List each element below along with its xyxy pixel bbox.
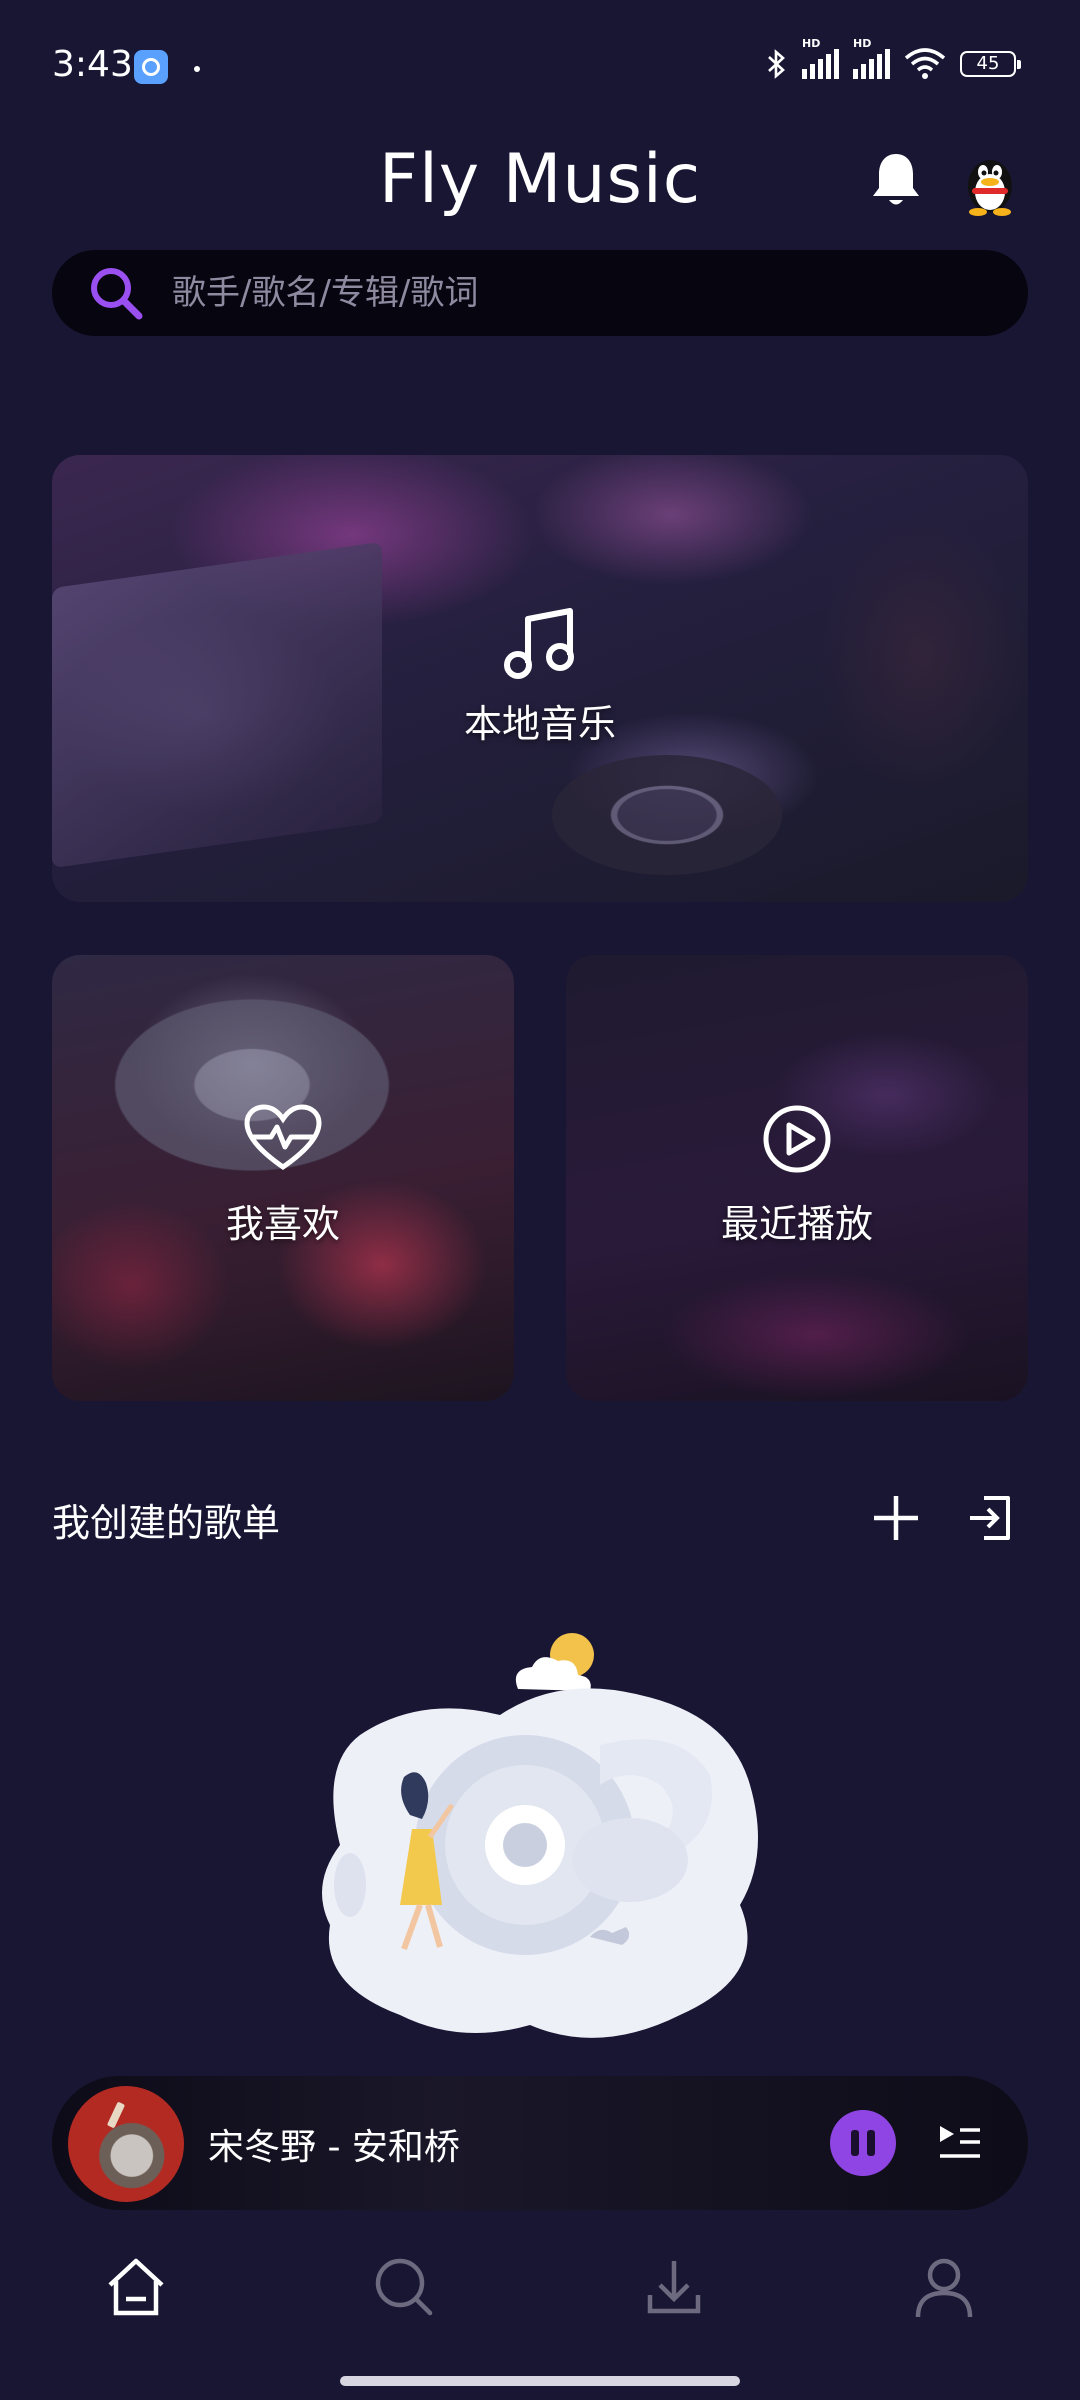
recent-played-label: 最近播放 [720, 1202, 873, 1246]
bluetooth-icon [768, 49, 785, 79]
search-bar[interactable] [52, 250, 1028, 336]
status-time: 3:43 [52, 44, 133, 85]
play-circle-icon [763, 1105, 831, 1173]
my-playlists-title: 我创建的歌单 [52, 1501, 281, 1545]
local-music-label: 本地音乐 [463, 702, 616, 746]
home-indicator[interactable] [340, 2376, 740, 2386]
notification-dot-icon [194, 66, 200, 72]
pause-icon [851, 2130, 859, 2156]
battery-indicator: 45 [960, 51, 1021, 77]
bell-icon[interactable] [870, 150, 922, 210]
album-cover[interactable] [68, 2086, 184, 2202]
plus-icon[interactable] [872, 1494, 920, 1542]
empty-playlist-illustration [322, 1633, 758, 2038]
search-input[interactable] [170, 272, 934, 314]
local-music-card[interactable]: 本地音乐 [52, 455, 1028, 902]
import-icon[interactable] [966, 1494, 1014, 1542]
search-icon [91, 268, 143, 320]
mini-player[interactable]: 宋冬野 - 安和桥 [52, 2076, 1028, 2210]
wifi-icon [904, 48, 946, 79]
turntable-decor [552, 755, 782, 875]
favorites-card[interactable]: 我喜欢 [52, 955, 514, 1401]
music-note-icon [504, 608, 574, 679]
download-icon[interactable] [642, 2255, 706, 2319]
home-icon[interactable] [104, 2255, 168, 2319]
favorites-label: 我喜欢 [225, 1202, 340, 1246]
qq-avatar-icon[interactable] [960, 150, 1020, 216]
heart-pulse-icon [244, 1104, 322, 1171]
now-playing-title[interactable]: 宋冬野 - 安和桥 [208, 2118, 460, 2170]
recent-played-card[interactable]: 最近播放 [566, 955, 1028, 1401]
pause-button[interactable] [830, 2110, 896, 2176]
discover-icon[interactable] [372, 2255, 436, 2319]
app-notification-icon [134, 50, 168, 84]
cell-signal-1-icon: HD [802, 37, 839, 79]
profile-icon[interactable] [912, 2255, 976, 2319]
pause-icon [867, 2130, 875, 2156]
status-icons: HD HD 45 [766, 37, 1021, 80]
cell-signal-2-icon: HD [853, 37, 890, 79]
queue-icon[interactable] [936, 2118, 984, 2166]
